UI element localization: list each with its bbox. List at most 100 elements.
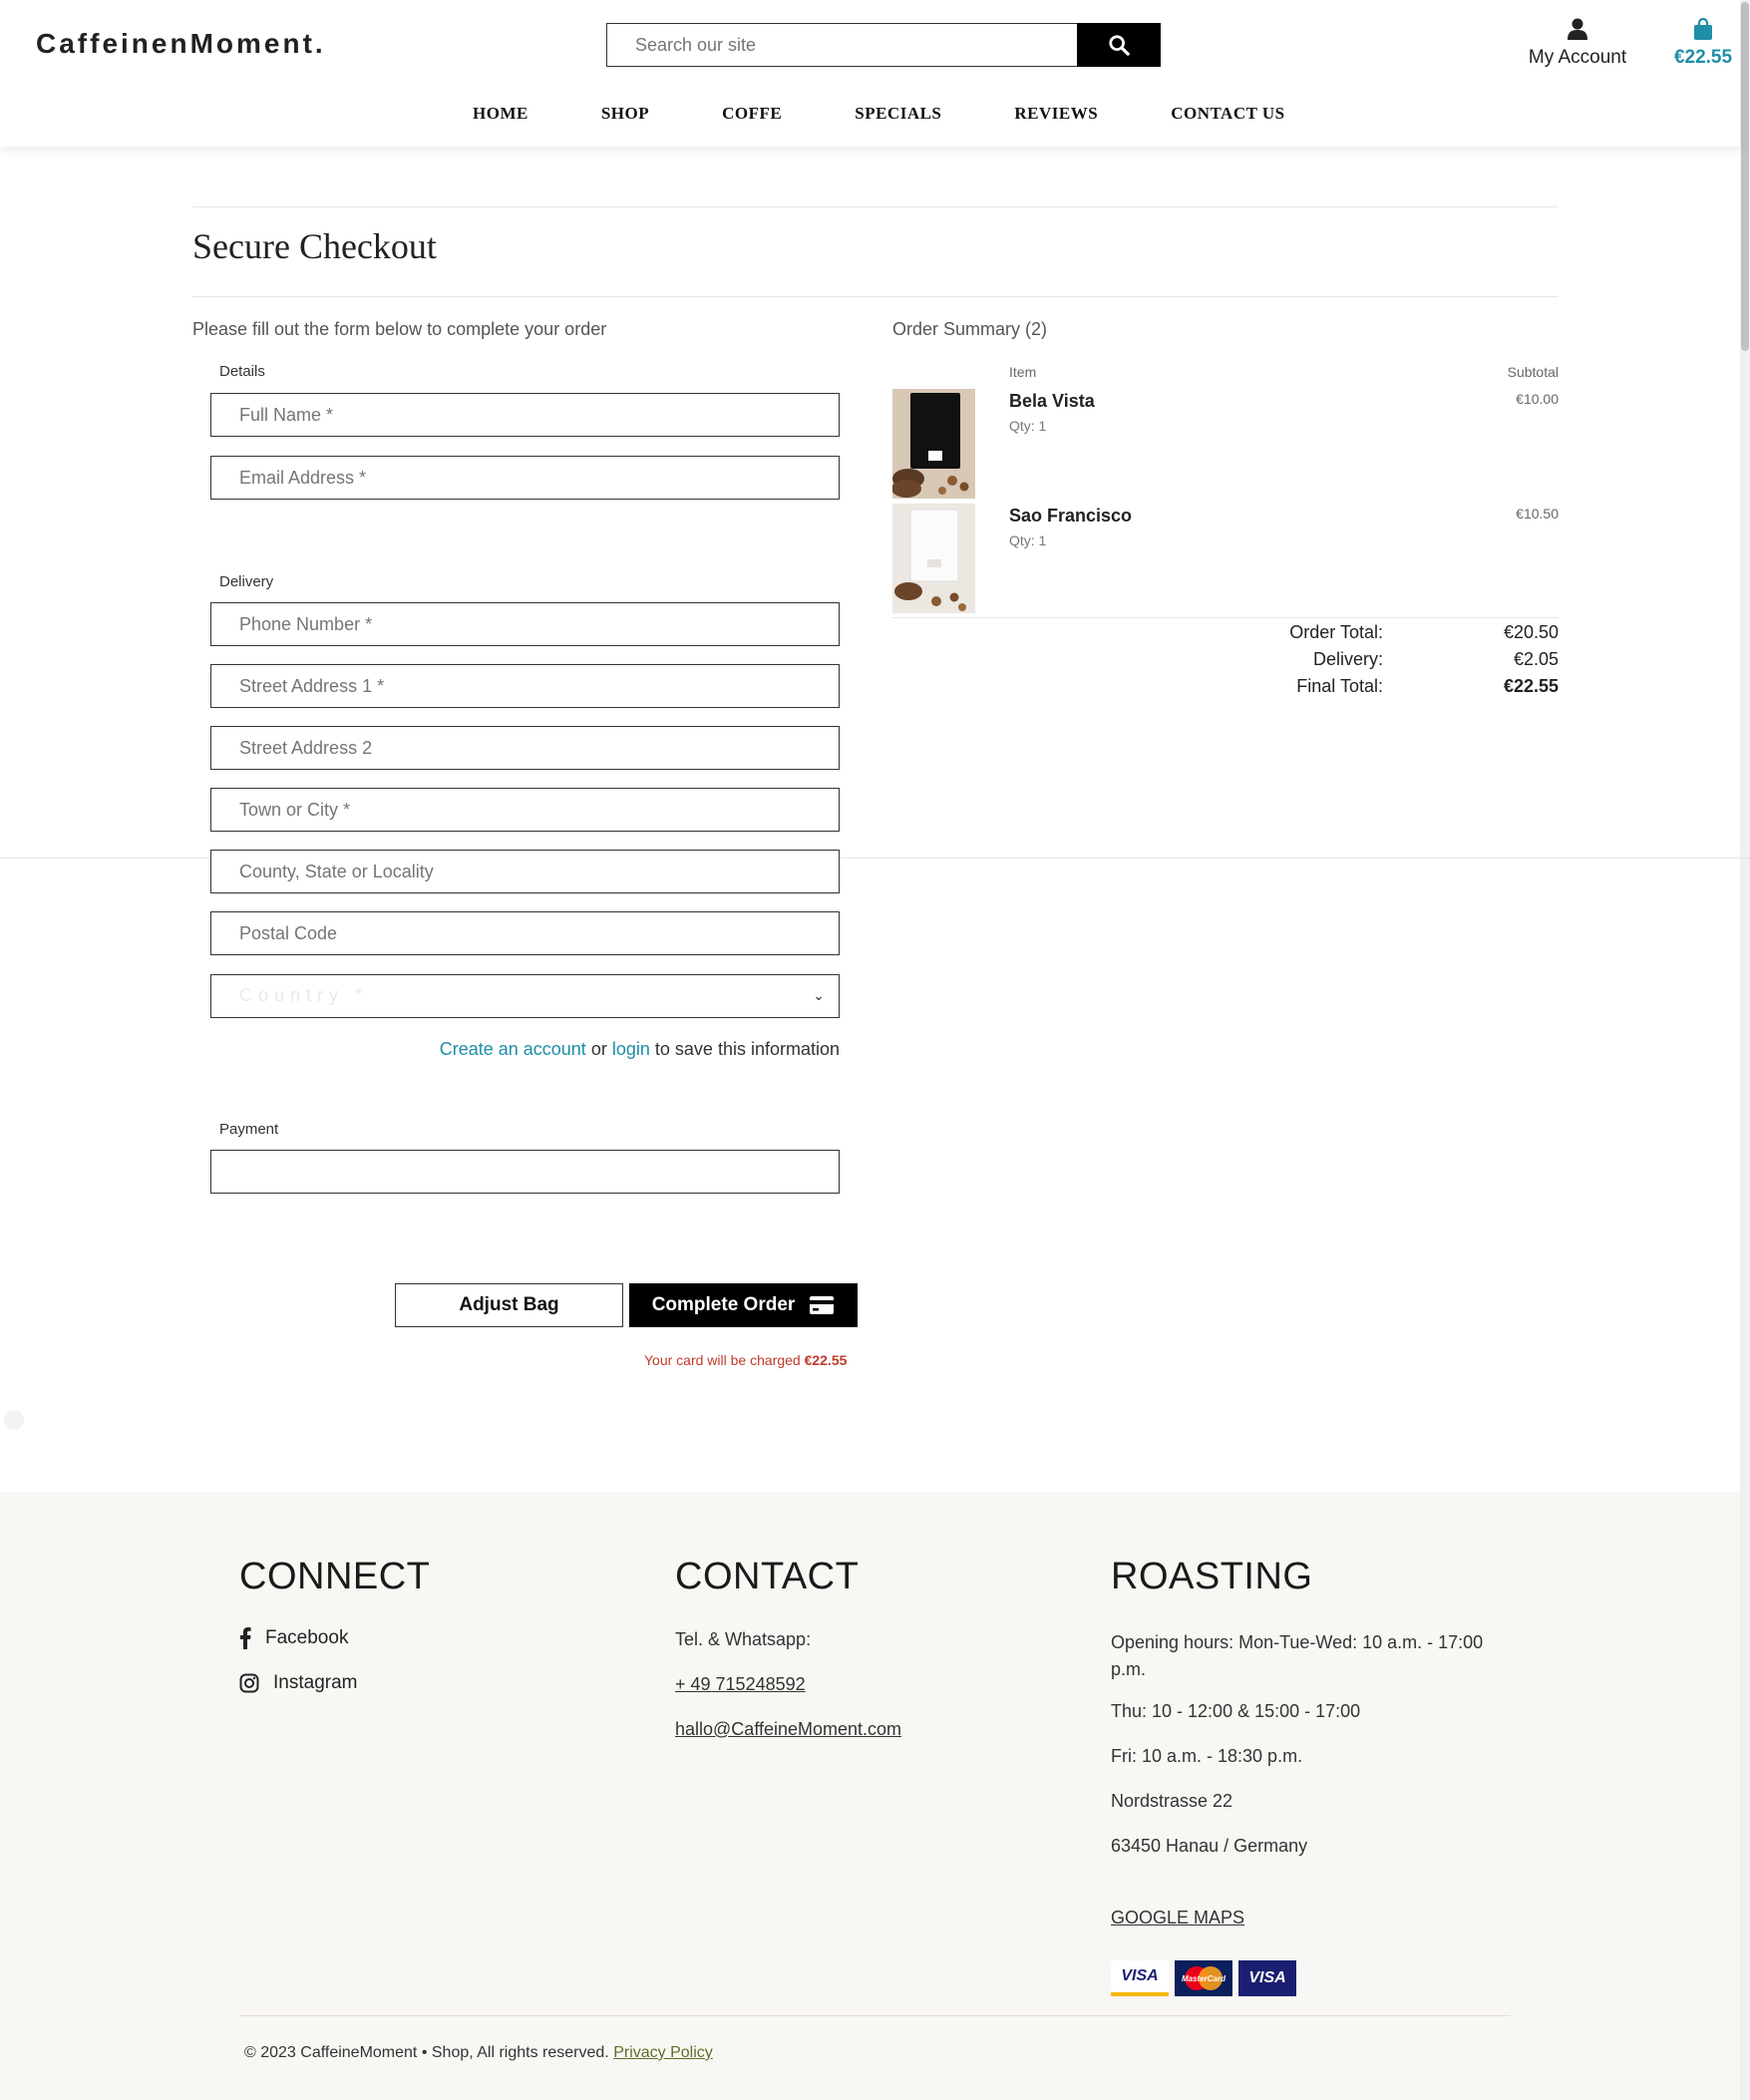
visa-card-icon: VISA — [1111, 1960, 1169, 1996]
my-account-link[interactable]: My Account — [1526, 18, 1629, 69]
nav-reviews[interactable]: REVIEWS — [1014, 104, 1098, 124]
final-total-value: €22.55 — [1503, 676, 1559, 696]
order-total-value: €20.50 — [1503, 622, 1559, 642]
instagram-icon — [239, 1673, 259, 1693]
email-link[interactable]: hallo@CaffeineMoment.com — [675, 1719, 901, 1740]
bag-total: €22.55 — [1673, 47, 1733, 68]
charge-amount: €22.55 — [804, 1352, 848, 1368]
copyright: © 2023 CaffeineMoment • Shop, All rights… — [244, 2044, 713, 2062]
mastercard-icon: MasterCard — [1175, 1960, 1232, 1996]
product-image-bela-vista[interactable] — [892, 389, 975, 499]
item-subtotal-sao-francisco: €10.50 — [1516, 506, 1559, 522]
mastercard-circles: MasterCard — [1182, 1966, 1226, 1990]
facebook-label: Facebook — [265, 1627, 349, 1648]
payment-cards: VISA MasterCard VISA — [1111, 1960, 1296, 1996]
final-total-label: Final Total: — [1296, 676, 1383, 696]
adjust-bag-label: Adjust Bag — [459, 1294, 559, 1315]
create-account-link[interactable]: Create an account — [440, 1039, 586, 1059]
summary-divider — [892, 617, 1559, 618]
item-subtotal-bela-vista: €10.00 — [1516, 391, 1559, 407]
county-field[interactable] — [210, 850, 840, 893]
visa-card-label: VISA — [1248, 1969, 1286, 1986]
search-button[interactable] — [1077, 23, 1161, 67]
account-label: My Account — [1528, 47, 1627, 68]
phone-link[interactable]: + 49 715248592 — [675, 1674, 806, 1695]
shopping-bag-link[interactable]: €22.55 — [1667, 17, 1739, 69]
instagram-label: Instagram — [273, 1672, 358, 1693]
product-image-sao-francisco[interactable] — [892, 504, 975, 613]
phone-field[interactable] — [210, 602, 840, 646]
postal-code-field[interactable] — [210, 911, 840, 955]
privacy-policy-link[interactable]: Privacy Policy — [613, 2044, 713, 2061]
nav-coffe[interactable]: COFFE — [722, 104, 782, 124]
nav-shop[interactable]: SHOP — [601, 104, 649, 124]
facebook-link[interactable]: Facebook — [239, 1627, 348, 1649]
delivery-cost-value: €2.05 — [1513, 649, 1559, 669]
user-icon — [1568, 18, 1587, 40]
charge-note: Your card will be charged €22.55 — [644, 1352, 847, 1368]
side-loading-indicator — [4, 1410, 24, 1430]
address-street: Nordstrasse 22 — [1111, 1791, 1233, 1811]
card-element-field[interactable] — [210, 1150, 840, 1194]
chevron-down-icon: ⌄ — [813, 987, 825, 1003]
save-info-suffix: to save this information — [654, 1039, 840, 1059]
copyright-text: © 2023 CaffeineMoment • Shop, All rights… — [244, 2044, 609, 2061]
coffee-bag-dark-image — [892, 389, 975, 499]
credit-card-icon — [810, 1296, 835, 1314]
site-header: CaffeinenMoment. My Account €22.55 HOME … — [0, 0, 1740, 147]
roasting-heading: ROASTING — [1111, 1556, 1313, 1597]
shopping-bag-icon — [1694, 17, 1712, 40]
nav-specials[interactable]: SPECIALS — [855, 104, 941, 124]
visa-card-icon: VISA — [1238, 1960, 1296, 1996]
payment-label: Payment — [219, 1121, 279, 1138]
google-maps-link[interactable]: GOOGLE MAPS — [1111, 1908, 1244, 1928]
login-link[interactable]: login — [612, 1039, 650, 1059]
save-info-or: or — [590, 1039, 607, 1059]
search-icon — [1109, 35, 1130, 56]
subtotal-column-header: Subtotal — [1507, 364, 1559, 380]
complete-order-button[interactable]: Complete Order — [629, 1283, 858, 1327]
order-total-label: Order Total: — [1289, 622, 1383, 642]
search-input[interactable] — [606, 23, 1078, 67]
details-label: Details — [219, 363, 265, 380]
full-name-field[interactable] — [210, 393, 840, 437]
country-select[interactable]: Country * ⌄ — [210, 974, 840, 1018]
tel-label: Tel. & Whatsapp: — [675, 1629, 812, 1649]
title-divider-bottom — [192, 296, 1559, 297]
item-qty-bela-vista: Qty: 1 — [1009, 418, 1047, 434]
page-title: Secure Checkout — [192, 226, 437, 266]
coffee-bag-light-image — [892, 504, 975, 613]
address-city: 63450 Hanau / Germany — [1111, 1836, 1308, 1856]
save-info-text: Create an account or login to save this … — [210, 1039, 840, 1060]
item-qty-sao-francisco: Qty: 1 — [1009, 532, 1047, 548]
visa-card-label: VISA — [1121, 1967, 1159, 1984]
form-intro: Please fill out the form below to comple… — [192, 319, 607, 339]
item-name-sao-francisco: Sao Francisco — [1009, 506, 1133, 525]
opening-hours-friday: Fri: 10 a.m. - 18:30 p.m. — [1111, 1746, 1303, 1766]
connect-heading: CONNECT — [239, 1556, 431, 1597]
town-city-field[interactable] — [210, 788, 840, 832]
street-address-1-field[interactable] — [210, 664, 840, 708]
instagram-link[interactable]: Instagram — [239, 1672, 357, 1694]
main-nav: HOME SHOP COFFE SPECIALS REVIEWS CONTACT… — [473, 104, 1358, 124]
contact-heading: CONTACT — [675, 1556, 860, 1597]
email-field[interactable] — [210, 456, 840, 500]
complete-order-label: Complete Order — [651, 1294, 796, 1315]
country-selected-value: Country * — [239, 985, 369, 1005]
site-logo[interactable]: CaffeinenMoment. — [36, 28, 326, 60]
item-name-bela-vista: Bela Vista — [1009, 391, 1095, 411]
charge-note-text: Your card will be charged — [644, 1352, 801, 1368]
order-summary-title: Order Summary (2) — [892, 319, 1048, 339]
nav-home[interactable]: HOME — [473, 104, 528, 124]
street-address-2-field[interactable] — [210, 726, 840, 770]
mastercard-label: MasterCard — [1182, 1974, 1226, 1983]
adjust-bag-button[interactable]: Adjust Bag — [395, 1283, 623, 1327]
delivery-label: Delivery — [219, 573, 274, 590]
scrollbar-thumb[interactable] — [1741, 2, 1749, 351]
footer-divider — [239, 2015, 1511, 2016]
nav-contact-us[interactable]: CONTACT US — [1171, 104, 1284, 124]
item-column-header: Item — [1009, 364, 1037, 380]
opening-hours-weekdays: Opening hours: Mon-Tue-Wed: 10 a.m. - 17… — [1111, 1632, 1484, 1679]
facebook-icon — [240, 1627, 251, 1649]
opening-hours-thursday: Thu: 10 - 12:00 & 15:00 - 17:00 — [1111, 1701, 1361, 1721]
